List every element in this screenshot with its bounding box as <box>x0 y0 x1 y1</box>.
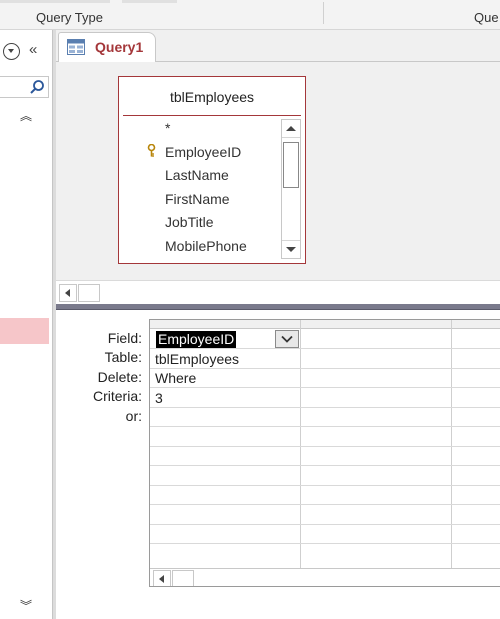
tab-query1[interactable]: Query1 <box>58 32 156 63</box>
nav-selected-item[interactable] <box>0 318 49 344</box>
grid-row-divider <box>150 446 500 447</box>
grid-row-label-field: Field: <box>107 330 142 346</box>
grid-row-label-delete: Delete: <box>97 369 142 385</box>
tab-label: Query1 <box>95 39 144 55</box>
grid-criteria-cell[interactable]: 3 <box>155 390 163 406</box>
grid-row-label-table: Table: <box>104 349 142 365</box>
field-list-item[interactable]: * <box>165 120 170 136</box>
field-list-item[interactable]: LastName <box>165 167 229 183</box>
scrollbar-thumb[interactable] <box>283 142 299 188</box>
nav-scroll-down-icon[interactable]: ︾ <box>20 597 32 614</box>
nav-scroll-up-icon[interactable]: ︽ <box>20 107 32 124</box>
primary-key-icon <box>147 144 156 157</box>
query-icon <box>67 39 85 55</box>
field-list-item[interactable]: JobTitle <box>165 214 214 230</box>
grid-row-divider <box>150 407 500 408</box>
grid-row-label-or: or: <box>125 408 142 424</box>
field-list-item[interactable]: FirstName <box>165 191 230 207</box>
grid-row-divider <box>150 504 500 505</box>
field-list-item[interactable]: MobilePhone <box>165 238 247 254</box>
scrollbar-thumb[interactable] <box>172 570 194 586</box>
ribbon-edge <box>0 0 110 3</box>
grid-column-divider <box>300 320 301 568</box>
scroll-up-arrow-icon[interactable] <box>282 120 300 138</box>
divider <box>123 115 301 116</box>
nav-search-input[interactable] <box>0 76 49 98</box>
grid-row-divider <box>150 387 500 388</box>
grid-row-divider <box>150 543 500 544</box>
grid-row-divider <box>150 524 500 525</box>
scroll-left-arrow-icon[interactable] <box>59 284 77 302</box>
scrollbar-thumb[interactable] <box>78 284 100 302</box>
grid-field-cell-input[interactable]: EmployeeID <box>156 331 237 348</box>
grid-row-divider <box>150 426 500 427</box>
grid-delete-cell[interactable]: Where <box>155 370 196 386</box>
scroll-down-arrow-icon[interactable] <box>282 240 300 258</box>
search-icon[interactable] <box>29 79 45 95</box>
grid-row-divider <box>150 368 500 369</box>
grid-row-divider <box>150 465 500 466</box>
grid-horizontal-scrollbar[interactable] <box>150 568 500 586</box>
grid-row-divider <box>150 485 500 486</box>
grid-table-cell[interactable]: tblEmployees <box>155 351 239 367</box>
ribbon-group-label-query-setup: Que <box>474 10 499 25</box>
field-dropdown-button[interactable] <box>275 330 299 348</box>
ribbon-separator <box>323 2 324 24</box>
ribbon-edge <box>122 0 177 3</box>
chevron-down-circle-icon[interactable] <box>3 43 20 60</box>
field-list-item[interactable]: EmployeeID <box>165 144 241 160</box>
query-design-grid[interactable]: EmployeeID tblEmployees Where 3 <box>149 319 500 587</box>
grid-column-divider <box>451 320 452 568</box>
double-chevron-left-icon[interactable]: « <box>29 41 37 58</box>
grid-row-divider <box>150 348 500 349</box>
scroll-left-arrow-icon[interactable] <box>153 570 171 586</box>
ribbon-group-strip: Query Type Que <box>0 0 500 30</box>
chevron-down-icon <box>281 335 293 343</box>
ribbon-group-label-query-type: Query Type <box>36 10 103 25</box>
upper-pane-horizontal-scrollbar[interactable] <box>56 280 500 304</box>
grid-row-label-criteria: Criteria: <box>92 388 142 404</box>
field-list-scrollbar[interactable] <box>281 119 301 259</box>
table-field-list[interactable]: tblEmployees * EmployeeID LastName First… <box>118 76 306 264</box>
grid-column-selector-bar[interactable] <box>150 320 500 329</box>
table-field-list-title[interactable]: tblEmployees <box>119 89 305 105</box>
navigation-pane: « ︽ ︾ <box>0 30 52 619</box>
